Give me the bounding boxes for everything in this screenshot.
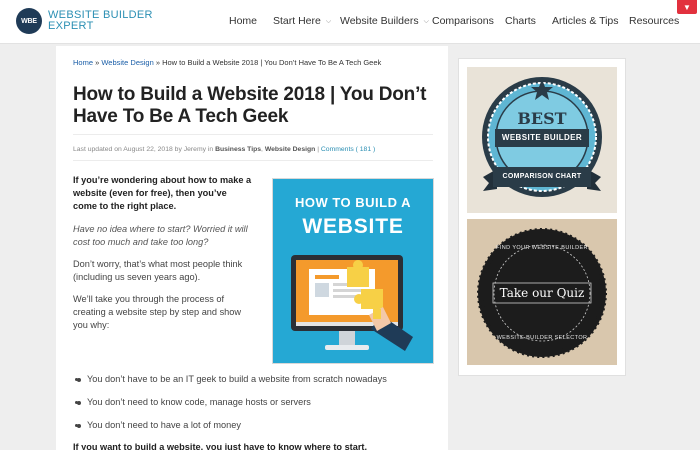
breadcrumb: Home » Website Design » How to Build a W… [73, 58, 381, 67]
meta-category-website-design[interactable]: Website Design [265, 146, 316, 153]
paragraph-cutoff: If you want to build a website, you just… [73, 442, 368, 450]
hero-illustration: HOW TO BUILD A WEBSITE [272, 178, 434, 364]
nav-resources-label: Resources [629, 15, 680, 27]
quiz-arc-top-text: FIND YOUR WEBSITE BUILDER [496, 245, 588, 251]
quiz-badge[interactable]: FIND YOUR WEBSITE BUILDER Take our Quiz … [467, 219, 617, 365]
intro-bold: If you’re wondering about how to make a … [73, 175, 252, 211]
badge-best-text: BEST [517, 109, 567, 128]
breadcrumb-section[interactable]: Website Design [101, 58, 153, 67]
paragraph-2: We’ll take you through the process of cr… [73, 294, 242, 330]
chevron-down-icon: ▼ [683, 2, 691, 12]
page-title: How to Build a Website 2018 | You Don’t … [73, 84, 427, 127]
logo-mark: WBE [16, 8, 42, 34]
nav-charts-label: Charts [505, 15, 536, 27]
list-item: You don’t have to be an IT geek to build… [77, 374, 387, 384]
nav-home[interactable]: Home [229, 15, 257, 27]
hero-line-1: HOW TO BUILD A [294, 195, 412, 210]
nav-home-label: Home [229, 15, 258, 27]
monitor-illustration [291, 255, 413, 351]
breadcrumb-current: How to Build a Website 2018 | You Don’t … [162, 58, 382, 67]
nav-charts[interactable]: Charts [505, 15, 536, 27]
logo-line-2: EXPERT [48, 20, 94, 32]
quiz-arc-bottom-text: WEBSITE BUILDER SELECTOR [496, 335, 588, 341]
comparison-chart-badge[interactable]: BEST WEBSITE BUILDER COMPARISON CHART [467, 67, 617, 213]
site-logo[interactable]: WBE WEBSITE BUILDER EXPERT [16, 8, 216, 36]
quiz-title: Take our Quiz [499, 286, 585, 300]
nav-resources[interactable]: Resources [629, 15, 679, 27]
site-header: WBE WEBSITE BUILDER EXPERT Home Start He… [0, 0, 700, 44]
nav-comparisons-label: Comparisons [432, 15, 494, 27]
divider [73, 134, 433, 135]
nav-start-here[interactable]: Start Here ⌵ [273, 15, 331, 27]
comments-link[interactable]: Comments ( 181 ) [321, 146, 375, 153]
nav-articles-tips-label: Articles & Tips [552, 15, 619, 27]
paragraph-1: Don’t worry, that’s what most people thi… [73, 259, 243, 282]
badge-middle-text: WEBSITE BUILDER [501, 133, 583, 142]
menu-toggle-button[interactable]: ▼ [677, 0, 697, 14]
nav-comparisons[interactable]: Comparisons [432, 15, 494, 27]
nav-website-builders-label: Website Builders [340, 15, 419, 27]
meta-updated: Last updated on August 22, 2018 by Jerem… [73, 146, 216, 153]
breadcrumb-home[interactable]: Home [73, 58, 93, 67]
sidebar: BEST WEBSITE BUILDER COMPARISON CHART FI… [458, 58, 626, 376]
meta-category-business-tips[interactable]: Business Tips [215, 146, 261, 153]
list-item: You don’t need to know code, manage host… [77, 397, 311, 407]
nav-articles-tips[interactable]: Articles & Tips [552, 15, 619, 27]
nav-start-here-label: Start Here [273, 15, 321, 27]
article-meta: Last updated on August 22, 2018 by Jerem… [73, 146, 375, 153]
nav-website-builders[interactable]: Website Builders ⌵ [340, 15, 429, 27]
breadcrumb-separator: » [153, 58, 163, 67]
list-item: You don’t need to have a lot of money [77, 420, 241, 430]
article-container: Home » Website Design » How to Build a W… [56, 46, 448, 450]
hero-line-2: WEBSITE [302, 215, 404, 238]
intro-italic: Have no idea where to start? Worried it … [73, 224, 248, 247]
chevron-down-icon: ⌵ [325, 18, 332, 25]
chevron-down-icon: ⌵ [423, 18, 429, 25]
logo-text: WEBSITE BUILDER EXPERT [48, 10, 153, 32]
divider [73, 160, 433, 161]
badge-ribbon-text: COMPARISON CHART [502, 173, 582, 180]
